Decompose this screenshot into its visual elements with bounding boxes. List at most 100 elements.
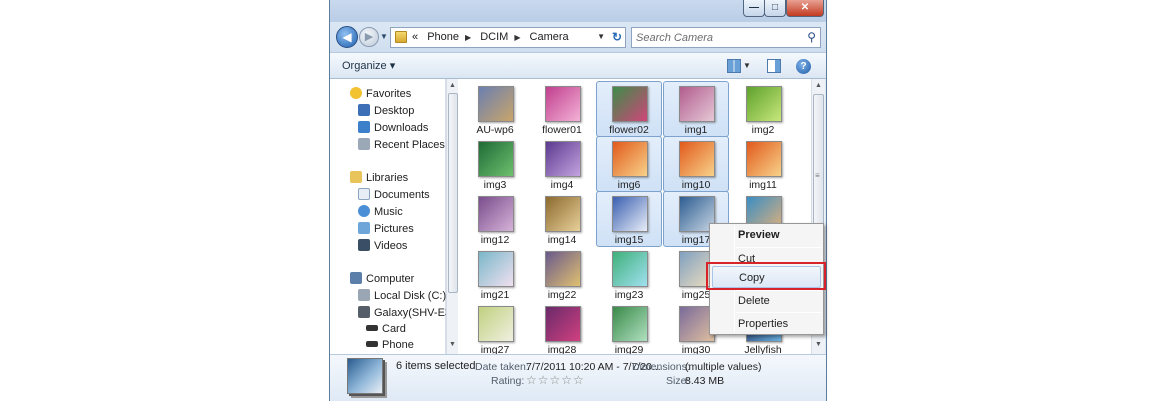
- file-item[interactable]: flower01: [529, 81, 595, 137]
- navigation-pane-scrollbar[interactable]: ▲ ▼: [446, 79, 458, 354]
- documents-icon: [358, 188, 370, 200]
- libraries-icon: [350, 171, 362, 183]
- image-thumbnail: [545, 196, 581, 232]
- search-input[interactable]: [636, 30, 796, 45]
- sidebar-item-videos[interactable]: Videos: [358, 239, 407, 255]
- sidebar-item-card[interactable]: Card: [366, 323, 406, 339]
- breadcrumb-camera[interactable]: Camera: [530, 31, 569, 43]
- sidebar-item-downloads[interactable]: Downloads: [358, 121, 428, 137]
- chevron-right-icon[interactable]: ▶: [465, 33, 471, 42]
- file-name: img23: [614, 289, 644, 301]
- file-item[interactable]: img29: [596, 301, 662, 354]
- pictures-icon: [358, 222, 370, 234]
- breadcrumb: « Phone ▶ DCIM ▶ Camera: [412, 31, 575, 43]
- address-bar[interactable]: « Phone ▶ DCIM ▶ Camera ▼ ↻: [390, 27, 626, 48]
- title-bar: — □ ✕: [330, 0, 826, 22]
- file-item[interactable]: img11: [730, 136, 796, 192]
- file-name: flower01: [542, 124, 582, 136]
- file-item[interactable]: img12: [462, 191, 528, 247]
- file-name: img11: [749, 179, 777, 191]
- image-thumbnail: [478, 141, 514, 177]
- image-thumbnail: [746, 86, 782, 122]
- file-item[interactable]: img2: [730, 81, 796, 137]
- scroll-up-icon[interactable]: ▲: [449, 82, 456, 89]
- scrollbar-grip-icon: ≡: [815, 171, 820, 180]
- sidebar-item-local-disk[interactable]: Local Disk (C:): [358, 289, 446, 305]
- file-item[interactable]: img23: [596, 246, 662, 302]
- view-options-dropdown-icon[interactable]: ▼: [743, 61, 751, 70]
- menu-item-properties[interactable]: Properties: [710, 313, 823, 335]
- sidebar-item-desktop[interactable]: Desktop: [358, 104, 414, 120]
- maximize-button[interactable]: □: [764, 0, 786, 17]
- back-arrow-icon: ◀: [342, 30, 352, 44]
- scrollbar-thumb[interactable]: [448, 93, 458, 293]
- organize-button[interactable]: Organize ▾: [342, 59, 395, 72]
- image-thumbnail: [478, 86, 514, 122]
- change-view-icon[interactable]: [727, 59, 741, 73]
- preview-pane-icon[interactable]: [767, 59, 781, 73]
- selection-count: 6 items selected: [396, 360, 476, 372]
- file-item[interactable]: AU-wp6: [462, 81, 528, 137]
- file-item[interactable]: img10: [663, 136, 729, 192]
- refresh-icon[interactable]: ↻: [612, 30, 622, 44]
- menu-item-delete[interactable]: Delete: [710, 290, 823, 312]
- hard-drive-icon: [358, 289, 370, 301]
- rating-stars-icon[interactable]: ☆☆☆☆☆: [526, 373, 585, 387]
- dimensions-value: (multiple values): [685, 361, 762, 373]
- file-item[interactable]: flower02: [596, 81, 662, 137]
- breadcrumb-dcim[interactable]: DCIM: [480, 31, 508, 43]
- image-thumbnail: [679, 86, 715, 122]
- recent-pages-dropdown[interactable]: ▼: [380, 32, 388, 41]
- scroll-up-icon[interactable]: ▲: [815, 82, 822, 89]
- phone-device-icon: [358, 306, 370, 318]
- file-name: flower02: [609, 124, 649, 136]
- chevron-right-icon[interactable]: ▶: [514, 33, 520, 42]
- videos-icon: [358, 239, 370, 251]
- sidebar-item-phone[interactable]: Phone: [366, 339, 414, 355]
- minimize-button[interactable]: —: [743, 0, 765, 17]
- sidebar-libraries[interactable]: Libraries: [350, 171, 408, 187]
- file-name: img28: [547, 344, 577, 354]
- file-item[interactable]: img15: [596, 191, 662, 247]
- image-thumbnail: [612, 306, 648, 342]
- breadcrumb-phone[interactable]: Phone: [427, 31, 459, 43]
- file-item[interactable]: img4: [529, 136, 595, 192]
- sidebar-computer[interactable]: Computer: [350, 272, 414, 288]
- file-name: img10: [681, 179, 711, 191]
- address-dropdown-icon[interactable]: ▼: [597, 32, 605, 41]
- file-item[interactable]: img21: [462, 246, 528, 302]
- help-icon[interactable]: ?: [796, 59, 811, 74]
- image-thumbnail: [545, 86, 581, 122]
- recent-places-icon: [358, 138, 370, 150]
- rating-label: Rating:: [491, 375, 525, 387]
- back-button[interactable]: ◀: [336, 26, 358, 48]
- computer-icon: [350, 272, 362, 284]
- file-item[interactable]: img14: [529, 191, 595, 247]
- search-box[interactable]: ⚲: [631, 27, 821, 48]
- close-button[interactable]: ✕: [786, 0, 824, 17]
- sidebar-item-pictures[interactable]: Pictures: [358, 222, 414, 238]
- file-item[interactable]: img3: [462, 136, 528, 192]
- file-name: img1: [684, 124, 708, 136]
- sidebar-item-documents[interactable]: Documents: [358, 188, 430, 204]
- file-item[interactable]: img1: [663, 81, 729, 137]
- scroll-down-icon[interactable]: ▼: [815, 341, 822, 348]
- breadcrumb-overflow[interactable]: «: [412, 31, 418, 43]
- navigation-pane: Favorites Desktop Downloads Recent Place…: [330, 79, 463, 355]
- file-name: img29: [614, 344, 644, 354]
- sidebar-favorites[interactable]: Favorites: [350, 87, 411, 103]
- menu-item-preview[interactable]: Preview: [710, 224, 823, 246]
- search-icon[interactable]: ⚲: [807, 30, 816, 44]
- sidebar-item-recent-places[interactable]: Recent Places: [358, 138, 445, 154]
- file-name: img15: [614, 234, 644, 246]
- selection-thumbnail: [347, 358, 383, 394]
- file-item[interactable]: img28: [529, 301, 595, 354]
- file-name: img2: [751, 124, 775, 136]
- music-icon: [358, 205, 370, 217]
- sidebar-item-music[interactable]: Music: [358, 205, 403, 221]
- file-item[interactable]: img22: [529, 246, 595, 302]
- scroll-down-icon[interactable]: ▼: [449, 341, 456, 348]
- file-item[interactable]: img6: [596, 136, 662, 192]
- forward-button[interactable]: ▶: [359, 27, 379, 47]
- file-item[interactable]: img27: [462, 301, 528, 354]
